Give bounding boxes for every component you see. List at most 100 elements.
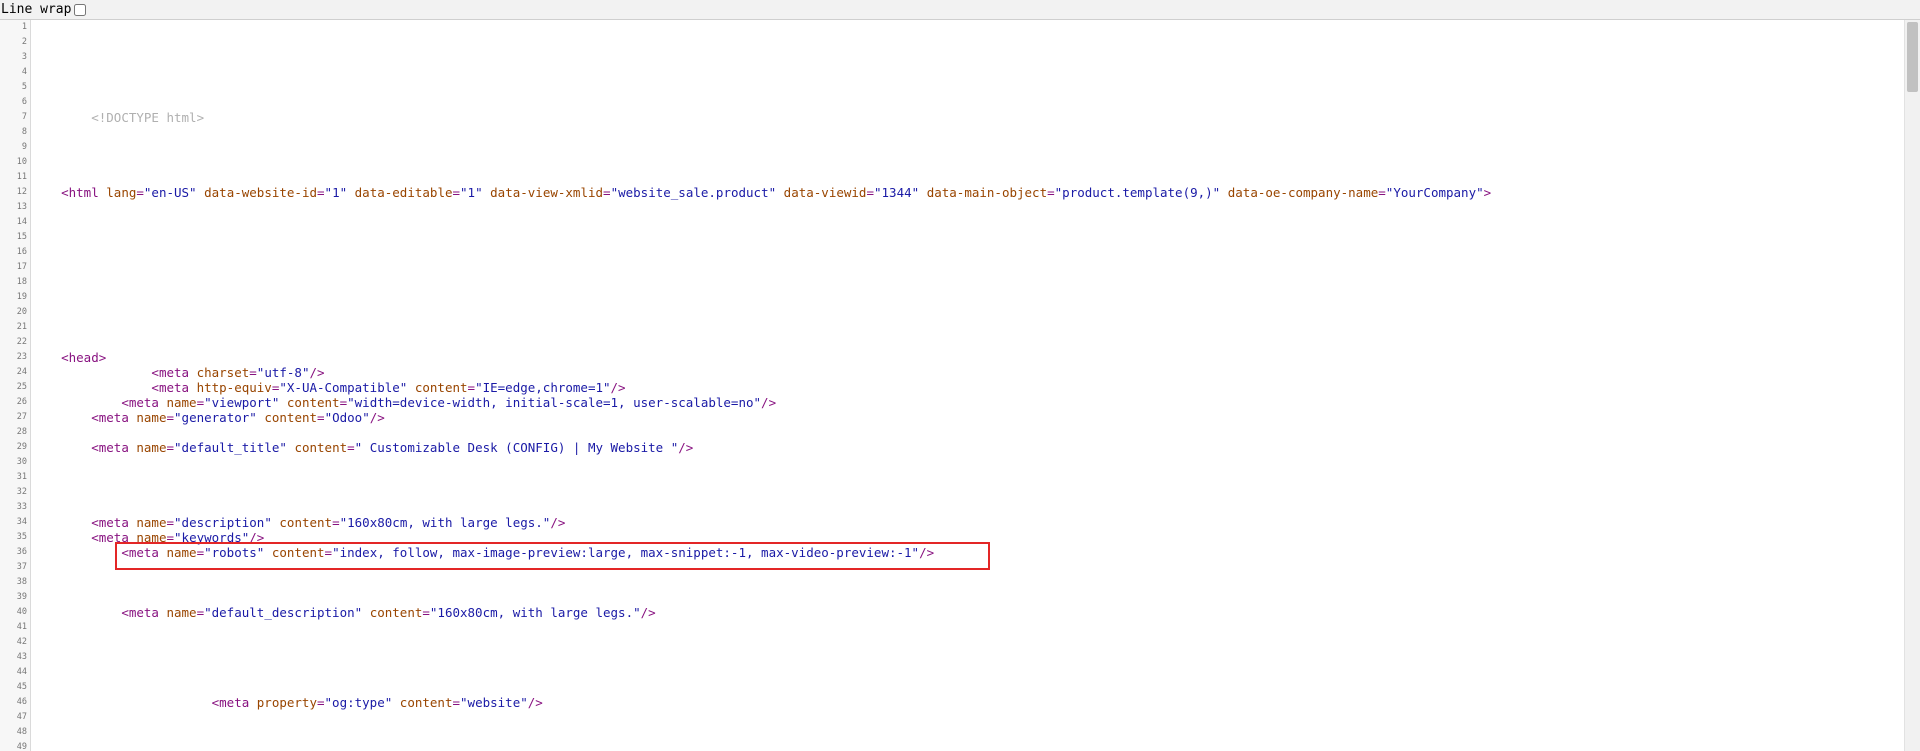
line-wrap-label: Line wrap xyxy=(1,2,72,17)
attribute-name: name xyxy=(166,545,197,560)
line-number: 23 xyxy=(16,352,27,362)
markup-token: /> xyxy=(249,530,265,545)
line-number: 43 xyxy=(16,652,27,662)
attribute-value: " Customizable Desk (CONFIG) | My Websit… xyxy=(354,440,679,455)
line-number: 7 xyxy=(21,112,27,122)
source-code-view[interactable]: <!DOCTYPE html> <html lang="en-US" data-… xyxy=(31,20,1903,751)
attribute-name: data-website-id xyxy=(204,185,318,200)
attribute-name: name xyxy=(136,530,167,545)
line-number-gutter: 1 2 3 4 5 6 7 8 9 10 11 12 13 14 15 16 17 18 19 20 21 22 23 24 2… xyxy=(0,20,31,751)
markup-token: = xyxy=(452,695,461,710)
line-number: 49 xyxy=(16,742,27,751)
line-number: 39 xyxy=(16,592,27,602)
line-number: 30 xyxy=(16,457,27,467)
attribute-value: "YourCompany" xyxy=(1385,185,1484,200)
code-line: <meta name="generator" content="Odoo"/> xyxy=(31,410,1903,425)
line-number: 13 xyxy=(16,202,27,212)
markup-token xyxy=(362,605,370,620)
line-number: 42 xyxy=(16,637,27,647)
line-number: 36 xyxy=(16,547,27,557)
markup-token xyxy=(776,185,784,200)
markup-token: <meta xyxy=(121,545,167,560)
markup-token: > xyxy=(1483,185,1492,200)
markup-token: = xyxy=(317,185,325,200)
markup-token xyxy=(279,395,287,410)
markup-token: = xyxy=(196,605,205,620)
line-number: 46 xyxy=(16,697,27,707)
markup-token: = xyxy=(866,185,874,200)
line-number: 11 xyxy=(16,172,27,182)
markup-token: = xyxy=(324,545,333,560)
attribute-name: data-view-xmlid xyxy=(490,185,604,200)
attribute-value: "keywords" xyxy=(174,530,250,545)
attribute-name: content xyxy=(264,410,318,425)
attribute-name: name xyxy=(136,515,167,530)
vertical-scrollbar[interactable] xyxy=(1904,20,1920,751)
markup-token: = xyxy=(332,515,340,530)
line-number: 18 xyxy=(16,277,27,287)
line-wrap-checkbox[interactable] xyxy=(74,3,87,16)
line-number: 21 xyxy=(16,322,27,332)
attribute-value: "X-UA-Compatible" xyxy=(279,380,408,395)
line-number: 38 xyxy=(16,577,27,587)
line-number: 33 xyxy=(16,502,27,512)
markup-token: = xyxy=(467,380,476,395)
attribute-value: "og:type" xyxy=(324,695,393,710)
attribute-name: data-viewid xyxy=(783,185,867,200)
markup-token: /> xyxy=(610,380,626,395)
markup-token: <meta xyxy=(151,380,197,395)
attribute-name: content xyxy=(399,695,453,710)
markup-token: /> xyxy=(640,605,656,620)
line-number: 6 xyxy=(21,97,27,107)
line-number: 40 xyxy=(16,607,27,617)
markup-token: <meta xyxy=(91,530,137,545)
attribute-value: "product.template(9,)" xyxy=(1054,185,1221,200)
markup-token: /> xyxy=(678,440,694,455)
markup-token: <meta xyxy=(151,365,197,380)
attribute-name: content xyxy=(294,440,348,455)
line-number: 2 xyxy=(21,37,27,47)
markup-token: = xyxy=(249,365,257,380)
line-wrap-toggle[interactable]: Line wrap xyxy=(1,2,87,17)
attribute-value: "robots" xyxy=(204,545,265,560)
attribute-name: lang xyxy=(106,185,137,200)
attribute-value: "website" xyxy=(460,695,528,710)
attribute-name: content xyxy=(414,380,468,395)
markup-token: <meta xyxy=(121,605,167,620)
line-number: 22 xyxy=(16,337,27,347)
line-number: 24 xyxy=(16,367,27,377)
line-number: 48 xyxy=(16,727,27,737)
attribute-value: "160x80cm, with large legs." xyxy=(429,605,641,620)
markup-token xyxy=(1220,185,1228,200)
markup-token: = xyxy=(166,410,175,425)
scrollbar-thumb[interactable] xyxy=(1907,22,1918,92)
code-line: <html lang="en-US" data-website-id="1" d… xyxy=(31,185,1903,200)
attribute-name: content xyxy=(286,395,340,410)
markup-token: = xyxy=(603,185,611,200)
line-number: 31 xyxy=(16,472,27,482)
markup-token xyxy=(407,380,415,395)
markup-token xyxy=(919,185,927,200)
markup-token: = xyxy=(136,185,144,200)
line-number: 35 xyxy=(16,532,27,542)
line-number: 16 xyxy=(16,247,27,257)
markup-token: <meta xyxy=(91,515,137,530)
line-number: 20 xyxy=(16,307,27,317)
markup-token: = xyxy=(196,395,205,410)
attribute-name: name xyxy=(136,410,167,425)
markup-token xyxy=(197,185,205,200)
markup-token: /> xyxy=(309,365,325,380)
